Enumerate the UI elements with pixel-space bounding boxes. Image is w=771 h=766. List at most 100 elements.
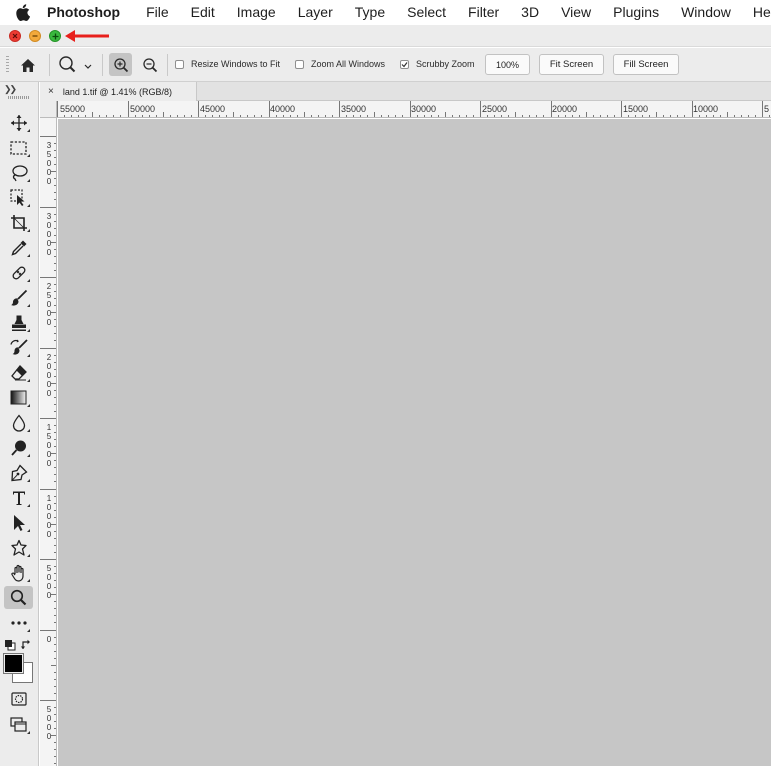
close-document-icon[interactable]: × (48, 86, 54, 97)
menu-app-name[interactable]: Photoshop (47, 4, 135, 20)
ruler-label: 25000 (46, 282, 52, 327)
vertical-ruler[interactable]: 35000 30000 25000 20000 15000 10000 5000… (40, 118, 57, 766)
clone-stamp-tool[interactable] (4, 311, 33, 334)
water-drop-icon (12, 413, 25, 432)
foreground-color-swatch[interactable] (3, 653, 24, 674)
gradient-tool[interactable] (4, 386, 33, 409)
ruler-label: 30000 (46, 212, 52, 257)
zoom-all-windows-checkbox[interactable] (295, 60, 304, 69)
swap-colors-button[interactable] (20, 637, 32, 649)
zoom-percent-field[interactable]: 100% (485, 54, 530, 75)
scrubby-zoom-label: Scrubby Zoom (416, 59, 475, 69)
menu-help[interactable]: Help (742, 4, 771, 20)
zoom-window-button[interactable] (49, 30, 61, 42)
eraser-icon (10, 364, 27, 380)
menu-image[interactable]: Image (226, 4, 287, 20)
tools-panel-grip[interactable] (8, 96, 29, 99)
gradient-icon (10, 390, 27, 405)
bandage-icon (12, 266, 25, 279)
crop-tool[interactable] (4, 211, 33, 234)
plus-icon (52, 33, 58, 39)
magnifier-icon (10, 589, 27, 606)
path-selection-tool[interactable] (4, 511, 33, 534)
swap-arrows-icon (20, 639, 30, 649)
pen-tool[interactable] (4, 461, 33, 484)
tools-panel: ❯❯ (0, 82, 39, 766)
fill-screen-button[interactable]: Fill Screen (613, 54, 679, 75)
menu-view[interactable]: View (550, 4, 602, 20)
menu-select[interactable]: Select (396, 4, 457, 20)
eyedropper-icon (10, 240, 26, 256)
ruler-label: 10000 (693, 104, 719, 114)
checkmark-icon (401, 62, 408, 68)
hand-icon (10, 564, 24, 582)
history-brush-tool[interactable] (4, 336, 33, 359)
rectangular-marquee-tool[interactable] (4, 136, 33, 159)
close-window-button[interactable] (9, 30, 21, 42)
options-bar: Resize Windows to Fit Zoom All Windows S… (0, 48, 771, 82)
blur-tool[interactable] (4, 411, 33, 434)
move-tool[interactable] (4, 111, 33, 134)
resize-windows-label: Resize Windows to Fit (191, 59, 281, 69)
menu-file[interactable]: File (135, 4, 180, 20)
object-selection-tool[interactable] (4, 186, 33, 209)
hand-tool[interactable] (4, 561, 33, 584)
zoom-out-icon (142, 57, 157, 72)
move-icon (10, 114, 27, 131)
lasso-icon (11, 164, 28, 181)
document-tab-bar: × land 1.tif @ 1.41% (RGB/8) (40, 82, 771, 101)
ruler-label: 0 (46, 635, 52, 644)
menu-layer[interactable]: Layer (287, 4, 344, 20)
arrow-cursor-icon (13, 514, 25, 531)
menu-3d[interactable]: 3D (510, 4, 550, 20)
ruler-label: 5000 (46, 564, 52, 600)
apple-logo-icon[interactable] (16, 3, 30, 21)
tool-preset-picker[interactable] (56, 54, 96, 76)
menu-plugins[interactable]: Plugins (602, 4, 670, 20)
type-tool[interactable] (4, 486, 33, 509)
ruler-label: 20000 (46, 353, 52, 398)
zoom-tool[interactable] (4, 586, 33, 609)
zoom-out-mode-button[interactable] (138, 53, 161, 76)
home-icon[interactable] (17, 55, 39, 75)
screen-mode-button[interactable] (4, 713, 33, 736)
custom-shape-tool[interactable] (4, 536, 33, 559)
screen-mode-icon (10, 717, 27, 732)
menu-edit[interactable]: Edit (180, 4, 226, 20)
dodge-tool[interactable] (4, 436, 33, 459)
object-selection-icon (9, 188, 24, 206)
ruler-origin[interactable] (40, 101, 57, 118)
fit-screen-button[interactable]: Fit Screen (539, 54, 604, 75)
menu-type[interactable]: Type (344, 4, 396, 20)
ruler-label: 30000 (411, 104, 437, 114)
document-canvas[interactable] (58, 119, 771, 766)
pen-icon (10, 463, 28, 481)
ruler-label: 5 (764, 104, 770, 114)
eyedropper-tool[interactable] (4, 236, 33, 259)
menu-filter[interactable]: Filter (457, 4, 510, 20)
collapse-panel-icon[interactable]: ❯❯ (4, 84, 17, 95)
minimize-window-button[interactable] (29, 30, 41, 42)
separator (102, 54, 103, 76)
rectangular-marquee-icon (10, 140, 27, 155)
shape-icon (10, 539, 27, 556)
stamp-icon (11, 315, 26, 331)
resize-windows-checkbox[interactable] (175, 60, 184, 69)
scrubby-zoom-checkbox[interactable] (400, 60, 409, 69)
ruler-label: 35000 (46, 141, 52, 186)
brush-tool[interactable] (4, 286, 33, 309)
document-tab[interactable]: × land 1.tif @ 1.41% (RGB/8) (40, 82, 197, 101)
options-bar-grip[interactable] (6, 56, 9, 74)
quick-mask-mode-button[interactable] (4, 687, 33, 710)
edit-toolbar-button[interactable] (4, 611, 33, 634)
zoom-in-icon (113, 57, 128, 72)
lasso-tool[interactable] (4, 161, 33, 184)
eraser-tool[interactable] (4, 361, 33, 384)
default-colors-button[interactable] (4, 638, 16, 651)
zoom-in-mode-button[interactable] (109, 53, 132, 76)
dodge-icon (10, 440, 26, 456)
menu-window[interactable]: Window (670, 4, 742, 20)
horizontal-ruler[interactable]: 55000 50000 45000 40000 35000 30000 2500… (57, 101, 771, 118)
spot-healing-brush-tool[interactable] (4, 261, 33, 284)
ruler-label: 15000 (623, 104, 649, 114)
